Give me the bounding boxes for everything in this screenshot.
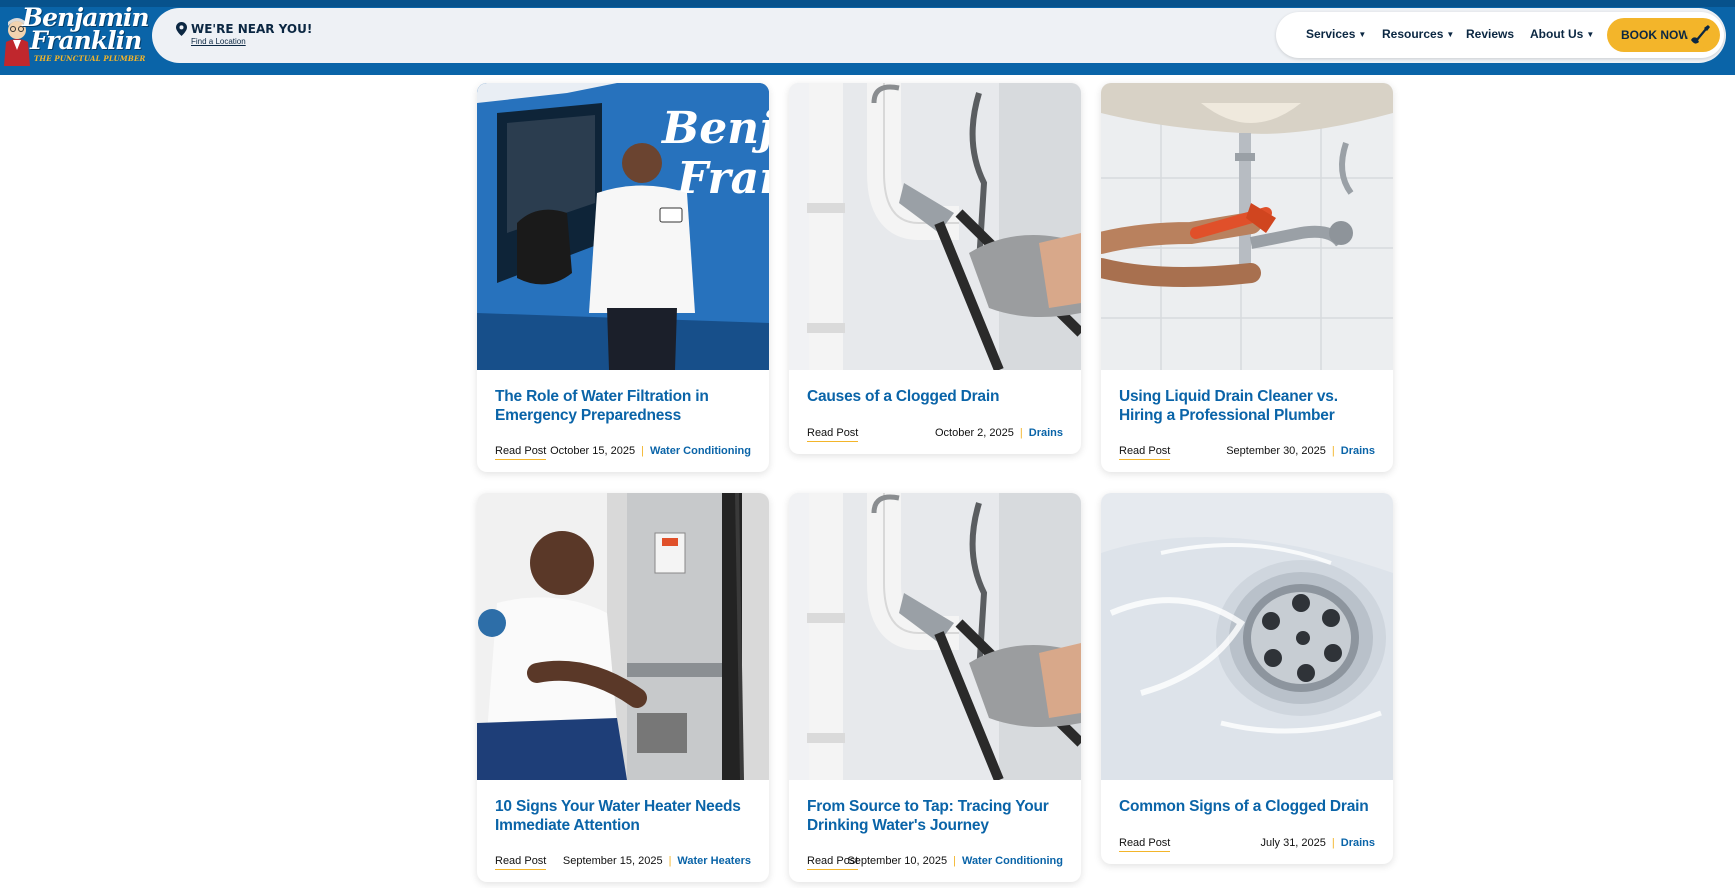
chevron-down-icon: ▼	[1358, 30, 1367, 39]
divider: |	[1331, 837, 1335, 849]
logo-tagline: THE PUNCTUAL PLUMBER	[34, 54, 146, 63]
site-logo[interactable]: Benjamin Franklin THE PUNCTUAL PLUMBER	[0, 4, 150, 66]
category-link[interactable]: Drains	[1029, 427, 1063, 439]
post-date: September 15, 2025	[562, 855, 663, 867]
card-meta: September 15, 2025 | Water Heaters	[563, 855, 751, 867]
card-meta: July 31, 2025 | Drains	[1260, 837, 1375, 849]
card-title[interactable]: From Source to Tap: Tracing Your Drinkin…	[807, 798, 1069, 835]
card-image-water-drain[interactable]	[1101, 493, 1393, 780]
card-image-wrench-p-trap[interactable]	[789, 493, 1081, 780]
card-image-technician-water-heater[interactable]	[477, 493, 769, 780]
nav-about-us[interactable]: About Us ▼	[1530, 27, 1594, 41]
map-pin-icon	[176, 22, 187, 36]
plunger-icon	[1687, 22, 1713, 48]
nav-resources-label: Resources	[1382, 27, 1444, 41]
card-image-hands-wrench-sink[interactable]	[1101, 83, 1393, 370]
card-meta: October 15, 2025 | Water Conditioning	[550, 445, 751, 457]
read-post-link[interactable]: Read Post	[495, 445, 547, 460]
card-meta: September 10, 2025 | Water Conditioning	[847, 855, 1063, 867]
category-link[interactable]: Water Conditioning	[962, 855, 1063, 867]
find-location-link[interactable]: Find a Location	[191, 37, 246, 46]
category-link[interactable]: Drains	[1341, 837, 1375, 849]
card-meta: September 30, 2025 | Drains	[1226, 445, 1375, 457]
site-header: Benjamin Franklin THE PUNCTUAL PLUMBER W…	[0, 0, 1735, 75]
nav-reviews-label: Reviews	[1466, 27, 1515, 41]
blog-card[interactable]: 10 Signs Your Water Heater Needs Immedia…	[477, 493, 769, 882]
logo-name-line2: Franklin	[30, 26, 142, 55]
post-date: September 30, 2025	[1226, 445, 1326, 457]
chevron-down-icon: ▼	[1446, 30, 1455, 39]
divider: |	[1331, 445, 1335, 457]
read-post-link[interactable]: Read Post	[495, 855, 547, 870]
header-top-stripe	[0, 0, 1735, 7]
nav-services[interactable]: Services ▼	[1306, 27, 1366, 41]
divider: |	[641, 445, 644, 457]
book-now-button[interactable]: BOOK NOW	[1607, 18, 1720, 52]
svg-text:Benjam: Benjam	[660, 103, 769, 154]
blog-card[interactable]: Benjam Frank The Role of Water Filtratio…	[477, 83, 769, 472]
chevron-down-icon: ▼	[1586, 30, 1595, 39]
post-date: October 2, 2025	[935, 427, 1014, 439]
book-now-label: BOOK NOW	[1621, 28, 1690, 42]
blog-card[interactable]: Using Liquid Drain Cleaner vs. Hiring a …	[1101, 83, 1393, 472]
divider: |	[668, 855, 672, 867]
card-meta: October 2, 2025 | Drains	[935, 427, 1063, 439]
blog-card[interactable]: Common Signs of a Clogged Drain Read Pos…	[1101, 493, 1393, 864]
post-date: July 31, 2025	[1260, 837, 1326, 849]
blog-card[interactable]: From Source to Tap: Tracing Your Drinkin…	[789, 493, 1081, 882]
card-title[interactable]: 10 Signs Your Water Heater Needs Immedia…	[495, 798, 757, 835]
read-post-link[interactable]: Read Post	[1119, 445, 1171, 460]
category-link[interactable]: Water Heaters	[677, 855, 751, 867]
post-date: September 10, 2025	[847, 855, 948, 867]
divider: |	[1019, 427, 1023, 439]
card-title[interactable]: Using Liquid Drain Cleaner vs. Hiring a …	[1119, 388, 1381, 425]
nav-resources[interactable]: Resources ▼	[1382, 27, 1454, 41]
card-title[interactable]: The Role of Water Filtration in Emergenc…	[495, 388, 757, 425]
read-post-link[interactable]: Read Post	[1119, 837, 1171, 852]
nav-about-label: About Us	[1530, 27, 1584, 41]
card-image-technician-van[interactable]: Benjam Frank	[477, 83, 769, 370]
card-title[interactable]: Causes of a Clogged Drain	[807, 388, 1069, 407]
category-link[interactable]: Water Conditioning	[650, 445, 751, 457]
read-post-link[interactable]: Read Post	[807, 427, 859, 442]
blog-card[interactable]: Causes of a Clogged Drain Read Post Octo…	[789, 83, 1081, 454]
category-link[interactable]: Drains	[1341, 445, 1375, 457]
nav-reviews[interactable]: Reviews	[1466, 27, 1514, 41]
svg-text:Frank: Frank	[675, 153, 769, 204]
post-date: October 15, 2025	[550, 445, 636, 457]
nav-services-label: Services	[1306, 27, 1356, 41]
divider: |	[953, 855, 956, 867]
card-title[interactable]: Common Signs of a Clogged Drain	[1119, 798, 1381, 817]
card-image-wrench-p-trap[interactable]	[789, 83, 1081, 370]
near-you-title: WE'RE NEAR YOU!	[191, 22, 313, 36]
